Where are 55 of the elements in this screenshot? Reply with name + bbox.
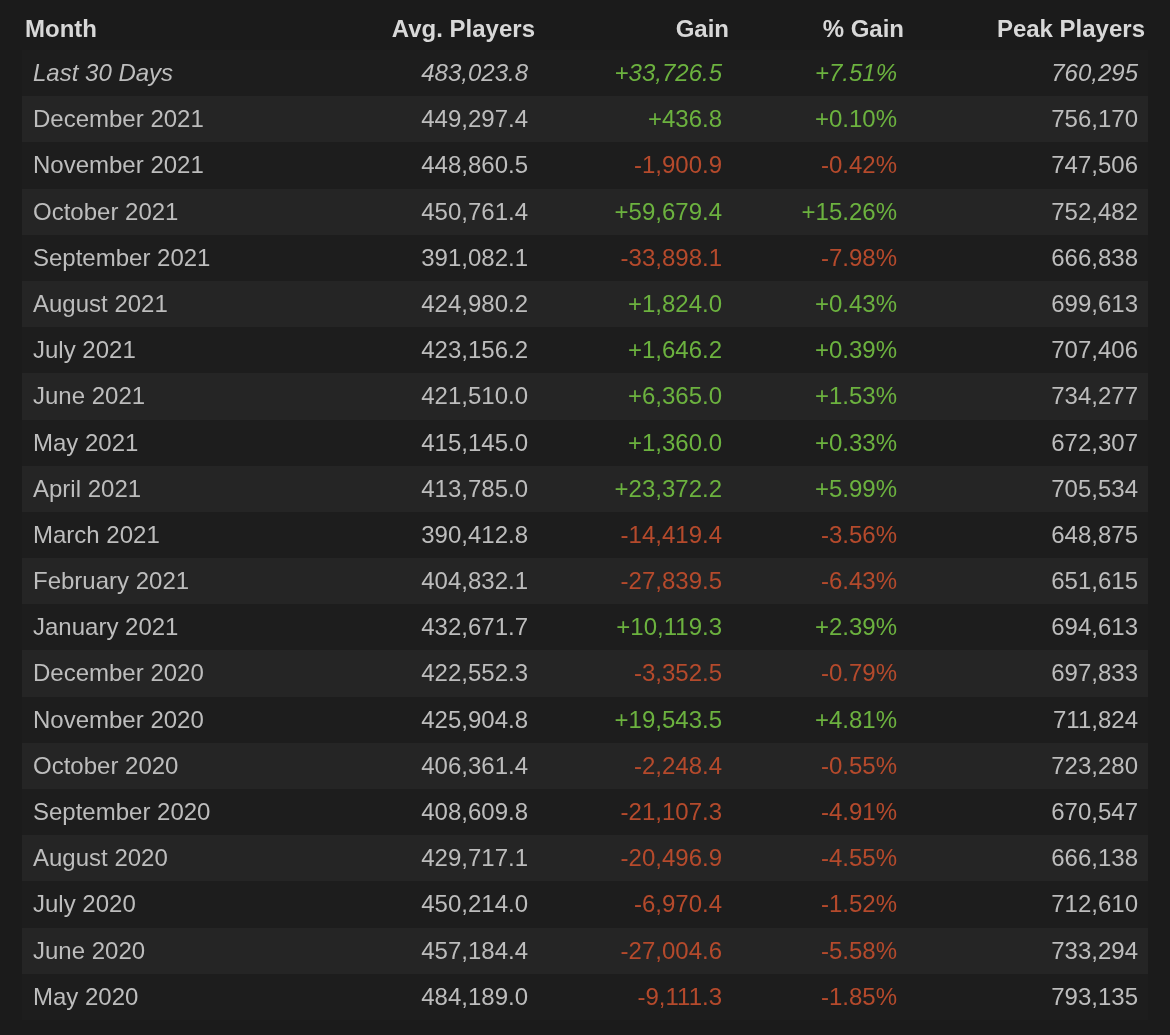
gain-cell: +436.8 [538, 96, 732, 143]
peak-players-cell: 651,615 [907, 558, 1148, 605]
peak-players-cell: 697,833 [907, 650, 1148, 697]
percent-gain-cell: -5.58% [732, 927, 907, 974]
month-cell: December 2020 [22, 650, 322, 697]
percent-gain-cell: +15.26% [732, 188, 907, 235]
peak-players-cell: 705,534 [907, 465, 1148, 512]
column-header: Avg. Players [390, 14, 536, 44]
gain-cell: +1,824.0 [538, 280, 732, 328]
avg-players-cell: 413,785.0 [322, 465, 538, 512]
peak-players-cell: 723,280 [907, 742, 1148, 789]
percent-gain-cell: -0.79% [732, 650, 907, 697]
peak-players-cell: 733,294 [907, 927, 1148, 974]
percent-gain-cell: -4.55% [732, 835, 907, 882]
month-cell: February 2021 [22, 558, 322, 605]
column-header: Month [24, 14, 98, 44]
gain-cell: -20,496.9 [538, 835, 732, 882]
percent-gain-cell: -6.43% [732, 558, 907, 605]
percent-gain-cell: +5.99% [732, 465, 907, 512]
peak-players-cell: 752,482 [907, 188, 1148, 235]
gain-cell: +59,679.4 [538, 188, 732, 235]
avg-players-cell: 457,184.4 [322, 927, 538, 974]
avg-players-cell: 450,761.4 [322, 188, 538, 235]
column-header: Gain [674, 14, 730, 44]
peak-players-cell: 666,138 [907, 835, 1148, 882]
percent-gain-cell: +0.43% [732, 280, 907, 328]
column-header: Peak Players [995, 14, 1146, 44]
avg-players-cell: 422,552.3 [322, 650, 538, 697]
avg-players-cell: 421,510.0 [322, 373, 538, 420]
percent-gain-cell: -0.55% [732, 742, 907, 789]
avg-players-cell: 406,361.4 [322, 742, 538, 789]
gain-cell: -27,004.6 [538, 927, 732, 974]
percent-gain-cell: +0.10% [732, 96, 907, 143]
avg-players-cell: 424,980.2 [322, 280, 538, 328]
peak-players-cell: 734,277 [907, 373, 1148, 420]
month-cell: August 2020 [22, 835, 322, 882]
avg-players-cell: 449,297.4 [322, 96, 538, 143]
gain-cell: -27,839.5 [538, 558, 732, 605]
gain-cell: -2,248.4 [538, 742, 732, 789]
peak-players-cell: 756,170 [907, 96, 1148, 143]
month-cell: June 2020 [22, 927, 322, 974]
column-header: % Gain [821, 14, 905, 44]
month-cell: December 2021 [22, 96, 322, 143]
gain-cell: -3,352.5 [538, 650, 732, 697]
month-cell: October 2020 [22, 742, 322, 789]
month-cell: October 2021 [22, 188, 322, 235]
gain-cell: +23,372.2 [538, 465, 732, 512]
percent-gain-cell: +1.53% [732, 373, 907, 420]
gain-cell: +6,365.0 [538, 373, 732, 420]
month-cell: June 2021 [22, 373, 322, 420]
avg-players-cell: 404,832.1 [322, 558, 538, 605]
month-cell: August 2021 [22, 280, 322, 328]
month-cell: April 2021 [22, 465, 322, 512]
peak-players-cell: 699,613 [907, 280, 1148, 328]
avg-players-cell: 429,717.1 [322, 835, 538, 882]
